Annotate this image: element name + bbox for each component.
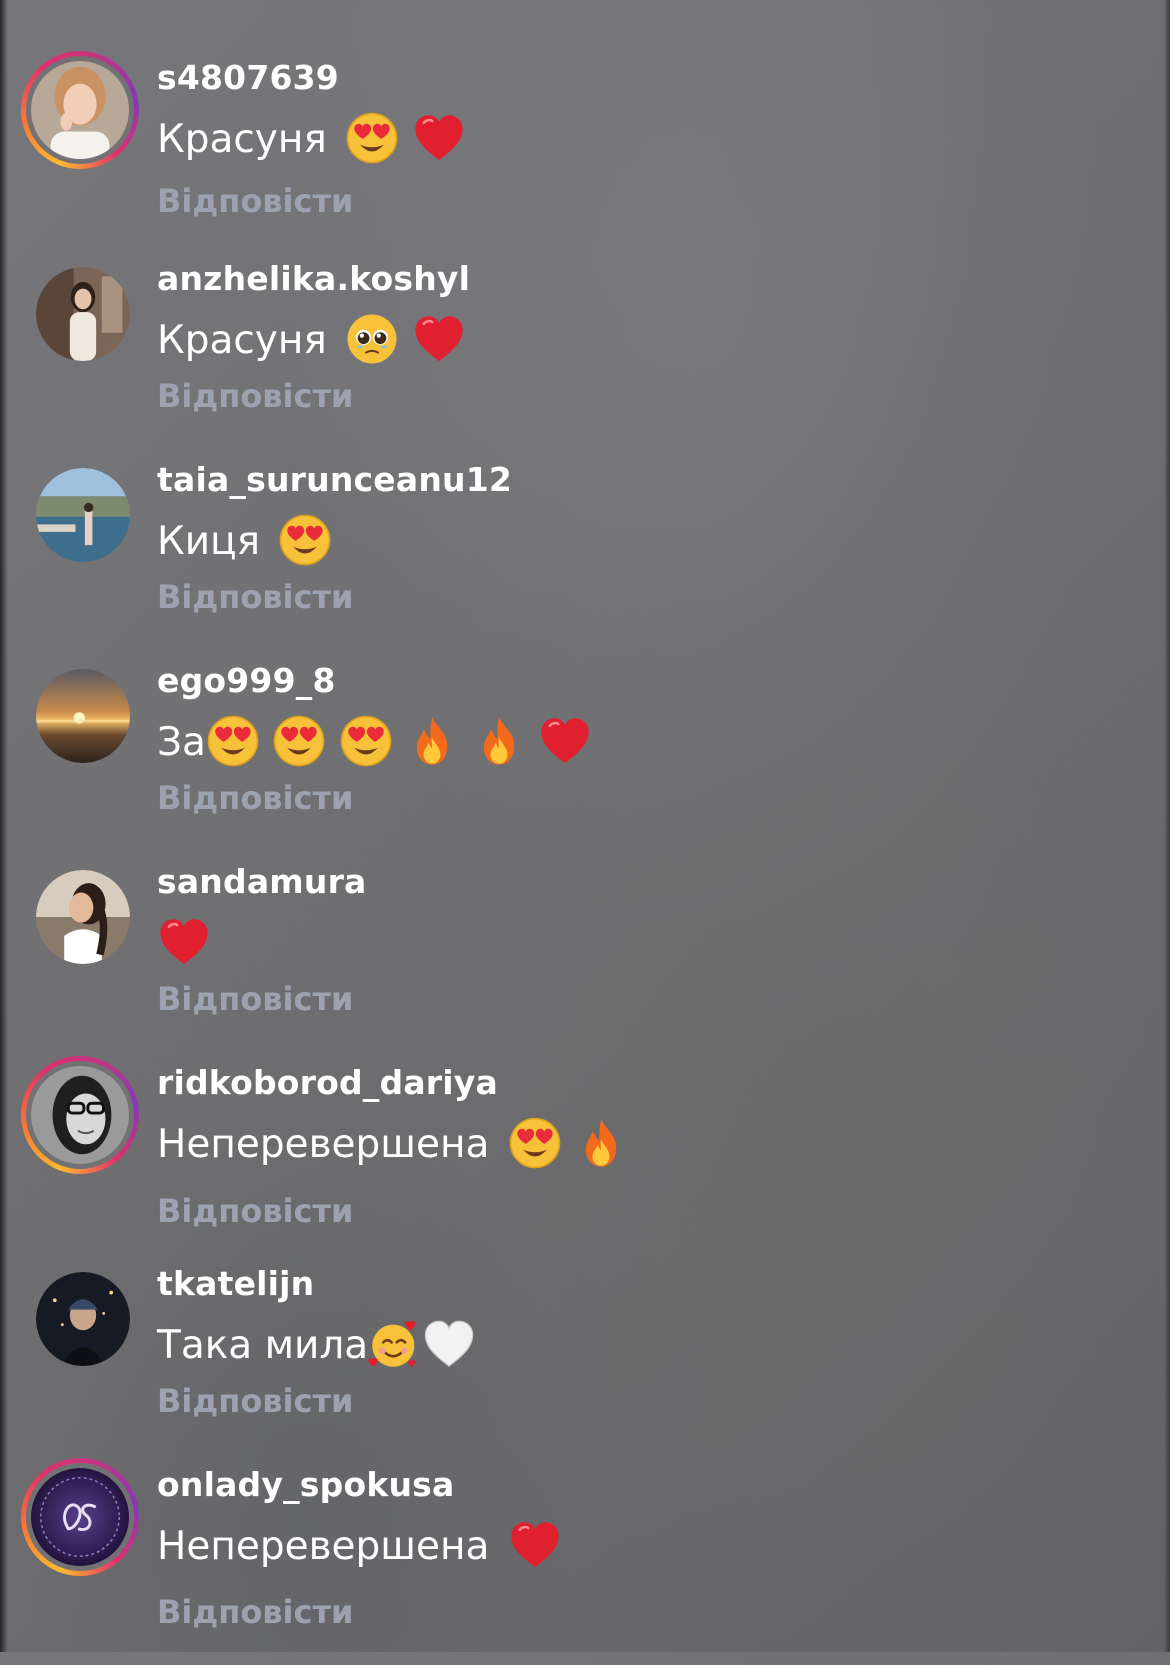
comment-text — [157, 914, 211, 974]
comment-text: Красуня — [157, 311, 466, 371]
heart-eyes-emoji — [345, 111, 399, 165]
fire-emoji — [472, 714, 526, 768]
comment-item: ridkoborod_dariya Неперевершена Відповіс… — [0, 1056, 1170, 1263]
heart-eyes-emoji — [206, 714, 260, 768]
fire-emoji — [405, 714, 459, 768]
red-heart-emoji — [412, 111, 466, 165]
comment-text-content: Неперевершена — [157, 1122, 490, 1167]
comment-username[interactable]: taia_surunceanu12 — [157, 460, 512, 499]
comment-item: taia_surunceanu12 Киця Відповісти — [0, 460, 1170, 660]
comment-username[interactable]: ego999_8 — [157, 661, 336, 700]
fire-emoji — [574, 1116, 628, 1170]
heart-eyes-emoji — [339, 714, 393, 768]
comment-text: Така мила — [157, 1316, 476, 1376]
reply-button[interactable]: Відповісти — [157, 377, 353, 415]
comment-item: onlady_spokusa Неперевершена Відповісти — [0, 1458, 1170, 1665]
comment-text-content: Неперевершена — [157, 1524, 490, 1569]
comment-text-content: Красуня — [157, 318, 327, 363]
reply-button[interactable]: Відповісти — [157, 980, 353, 1018]
comment-text: Неперевершена — [157, 1115, 628, 1175]
comment-item: s4807639 Красуня Відповісти — [0, 51, 1170, 258]
heart-eyes-emoji — [272, 714, 326, 768]
avatar[interactable] — [21, 1056, 139, 1174]
red-heart-emoji — [538, 714, 592, 768]
white-heart-emoji — [422, 1317, 476, 1371]
comment-username[interactable]: anzhelika.koshyl — [157, 259, 470, 298]
red-heart-emoji — [412, 312, 466, 366]
comment-username[interactable]: ridkoborod_dariya — [157, 1063, 498, 1102]
comment-item: tkatelijn Така мила Відповісти — [0, 1264, 1170, 1464]
comment-text-content: Киця — [157, 519, 261, 564]
comment-text: За — [157, 713, 592, 773]
comment-text: Неперевершена — [157, 1517, 562, 1577]
heart-eyes-emoji — [278, 513, 332, 567]
reply-button[interactable]: Відповісти — [157, 182, 353, 220]
reply-button[interactable]: Відповісти — [157, 1382, 353, 1420]
avatar[interactable] — [36, 267, 130, 361]
comment-text: Красуня — [157, 110, 466, 170]
comment-username[interactable]: onlady_spokusa — [157, 1465, 454, 1504]
comment-username[interactable]: tkatelijn — [157, 1264, 314, 1303]
red-heart-emoji — [157, 915, 211, 969]
comment-username[interactable]: sandamura — [157, 862, 367, 901]
avatar[interactable] — [21, 51, 139, 169]
reply-button[interactable]: Відповісти — [157, 779, 353, 817]
heart-eyes-emoji — [508, 1116, 562, 1170]
comment-item: anzhelika.koshyl Красуня Відповісти — [0, 259, 1170, 459]
comment-username[interactable]: s4807639 — [157, 58, 339, 97]
smiling-face-with-hearts-emoji — [368, 1317, 422, 1371]
avatar[interactable] — [21, 1458, 139, 1576]
comment-text-content: За — [157, 720, 206, 765]
avatar[interactable] — [36, 468, 130, 562]
reply-button[interactable]: Відповісти — [157, 1593, 353, 1631]
comment-text: Киця — [157, 512, 332, 572]
comment-item: sandamura Відповісти — [0, 862, 1170, 1062]
comment-item: ego999_8 За Відповісти — [0, 661, 1170, 861]
reply-button[interactable]: Відповісти — [157, 1192, 353, 1230]
red-heart-emoji — [508, 1518, 562, 1572]
reply-button[interactable]: Відповісти — [157, 578, 353, 616]
avatar[interactable] — [36, 669, 130, 763]
pleading-face-emoji — [345, 312, 399, 366]
comments-list: s4807639 Красуня Відповісти anzhelika.ko… — [0, 0, 1170, 1652]
avatar[interactable] — [36, 1272, 130, 1366]
comment-text-content: Красуня — [157, 117, 327, 162]
avatar[interactable] — [36, 870, 130, 964]
comment-text-content: Така мила — [157, 1323, 369, 1368]
